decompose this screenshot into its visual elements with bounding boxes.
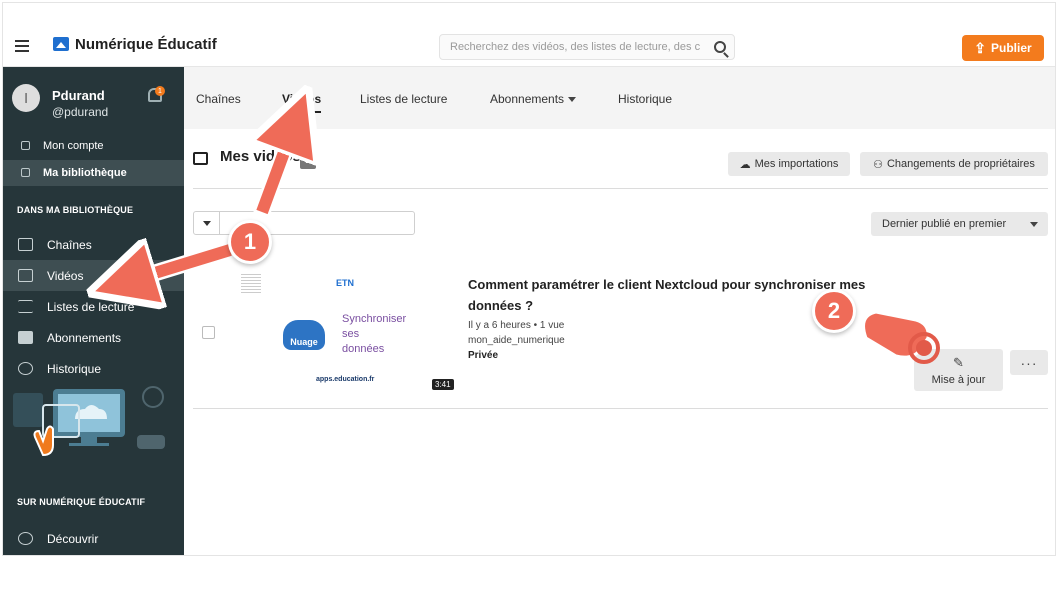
sidebar-item-label: Chaînes [47,237,92,252]
tab-channels[interactable]: Chaînes [196,92,241,106]
tab-subscriptions[interactable]: Abonnements [490,92,577,106]
menu-icon[interactable] [15,40,29,52]
nuage-cloud-icon: Nuage [283,320,325,350]
publish-button[interactable]: ⇪ Publier [962,35,1044,61]
users-icon: ⚇ [873,158,883,171]
library-tabs: Chaînes Vidéos Listes de lecture Abonnem… [184,67,1055,129]
sidebar: l Pdurand @pdurand 1 Mon compte Ma bibli… [3,67,184,555]
pencil-icon: ✎ [953,354,964,370]
video-count-badge: 1 [300,151,316,169]
thumbnail-caption: Synchroniser ses données [342,312,406,357]
update-button[interactable]: ✎ Mise à jour [914,349,1003,391]
user-handle: @pdurand [52,105,109,119]
avatar[interactable]: l [12,84,40,112]
caption-line: ses [342,328,360,340]
step-1-marker: 1 [228,220,272,264]
filter-search [193,211,415,235]
top-header: Numérique Éducatif ⇪ Publier [3,3,1055,67]
tv-icon [18,238,33,251]
video-duration: 3:41 [432,379,454,390]
sidebar-item-label: Mon compte [43,140,104,152]
history-icon [18,362,33,375]
publish-label: Publier [991,41,1032,55]
tab-history[interactable]: Historique [618,92,672,106]
video-thumbnail[interactable]: ETN Nuage Synchroniser ses données apps.… [236,266,454,390]
upload-cloud-icon: ⇪ [974,39,987,56]
etn-logo: ETN [336,278,354,288]
sidebar-item-my-library[interactable]: Ma bibliothèque [3,160,184,186]
page-title: Mes vidéos [220,148,301,165]
sort-dropdown[interactable]: Dernier publié en premier [871,212,1048,236]
sort-label: Dernier publié en premier [882,218,1007,230]
caption-line: Synchroniser [342,313,407,325]
sidebar-item-label: Vidéos [47,268,84,283]
cloud-label: Nuage [290,337,318,347]
government-logo [241,274,261,294]
tab-playlists[interactable]: Listes de lecture [360,92,447,106]
computer-illustration [13,386,165,457]
search-box [439,34,735,60]
tab-subscriptions-label: Abonnements [490,92,565,106]
sidebar-item-history[interactable]: Historique [3,353,184,384]
sidebar-item-subscriptions[interactable]: Abonnements [3,322,184,353]
subscriptions-icon [18,331,33,344]
divider [193,408,1048,409]
brand-title[interactable]: Numérique Éducatif [75,36,217,53]
step-2-marker: 2 [812,289,856,333]
sidebar-item-videos[interactable]: Vidéos [3,260,184,291]
sidebar-item-label: Découvrir [47,531,99,546]
sidebar-item-label: Abonnements [47,330,122,345]
apps-education-logo: apps.education.fr [316,376,375,383]
update-label: Mise à jour [931,373,986,386]
library-icon [21,168,30,177]
logo-icon [53,37,69,51]
search-icon[interactable] [714,41,726,53]
sidebar-item-discover[interactable]: Découvrir [3,523,184,554]
notification-badge: 1 [155,86,165,96]
list-icon [18,300,33,313]
filter-dropdown[interactable] [194,212,220,234]
ownership-changes-label: Changements de propriétaires [886,158,1035,170]
video-select-checkbox[interactable] [202,326,215,339]
video-library-icon [193,152,208,165]
video-channel[interactable]: mon_aide_numerique [468,335,565,346]
user-name: Pdurand [52,88,105,103]
sidebar-item-label: Historique [47,361,102,376]
sidebar-section-site: SUR NUMÉRIQUE ÉDUCATIF [17,497,146,507]
sidebar-item-playlists[interactable]: Listes de lecture [3,291,184,322]
video-library-icon [18,269,33,282]
sidebar-item-my-account[interactable]: Mon compte [3,133,184,159]
search-input[interactable] [440,35,700,59]
sidebar-item-label: Listes de lecture [47,299,135,314]
ownership-changes-button[interactable]: ⚇ Changements de propriétaires [860,152,1048,176]
more-options-button[interactable]: ··· [1010,350,1048,375]
sidebar-item-channels[interactable]: Chaînes [3,229,184,260]
tab-videos[interactable]: Vidéos [282,92,322,113]
cloud-upload-icon: ☁ [739,158,751,171]
video-meta: Il y a 6 heures • 1 vue [468,320,565,331]
user-icon [21,141,30,150]
sidebar-item-label: Ma bibliothèque [43,167,127,179]
user-profile: l Pdurand @pdurand 1 [3,67,184,129]
my-imports-label: Mes importations [754,158,839,170]
chevron-down-icon [1030,222,1038,227]
globe-icon [18,532,33,545]
caption-line: données [342,343,385,355]
video-privacy: Privée [468,350,499,361]
my-imports-button[interactable]: ☁ Mes importations [728,152,850,176]
sidebar-section-library: DANS MA BIBLIOTHÈQUE [17,205,134,215]
divider [193,188,1048,189]
chevron-down-icon [568,97,577,103]
